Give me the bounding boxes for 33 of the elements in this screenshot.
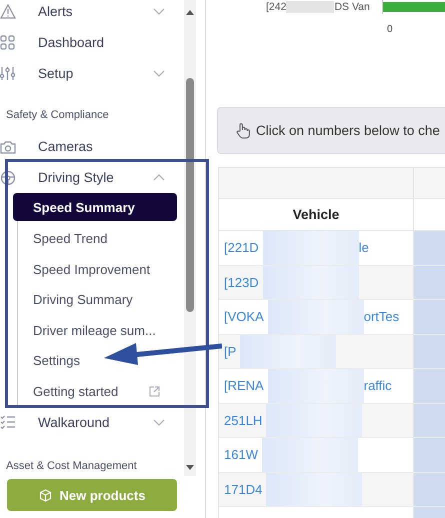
submenu-item[interactable]: Speed Summary [13, 193, 177, 221]
submenu-item[interactable]: Speed Trend [13, 224, 177, 254]
banner-text: Click on numbers below to che [256, 123, 440, 138]
nav-label: Alerts [38, 4, 74, 19]
nav-item[interactable]: Dashboard [0, 30, 185, 54]
vehicle-link[interactable]: 161W [224, 447, 258, 462]
axis-tick-label: 0 [387, 24, 393, 35]
section-heading: Asset & Cost Management [5, 458, 138, 474]
nav-item[interactable]: Driving Style [0, 166, 185, 190]
section-heading: Safety & Compliance [5, 108, 110, 123]
nav-label: Cameras [38, 139, 94, 154]
nav-item[interactable]: Alerts [0, 0, 185, 24]
nav-item[interactable]: Walkaround [0, 410, 185, 434]
submenu-item[interactable]: Settings [13, 346, 177, 376]
nav-item[interactable]: Setup [0, 62, 185, 86]
submenu-item[interactable]: Speed Improvement [13, 254, 177, 284]
vehicle-link[interactable]: [RENA [224, 378, 264, 394]
column-header: Vehicle [219, 199, 414, 230]
nav-item[interactable]: Cameras [0, 134, 185, 158]
submenu-item[interactable]: Getting started [13, 376, 177, 406]
nav-label: Setup [38, 66, 74, 81]
bar-label: [242 [266, 1, 286, 13]
vehicle-link[interactable]: [VOKA [224, 309, 264, 324]
vehicle-link[interactable]: [221D [224, 240, 259, 256]
bar-label: DS Van [334, 1, 370, 13]
vehicle-link[interactable]: raffic [364, 378, 392, 394]
vehicle-link[interactable]: le [358, 240, 369, 256]
nav-label: Dashboard [38, 35, 106, 50]
submenu-item[interactable]: Driving Summary [13, 284, 177, 315]
nav-label: Driving Style [38, 170, 115, 185]
vehicle-link[interactable]: ortTes [364, 309, 400, 324]
submenu-item[interactable]: Driver mileage sum... [13, 315, 177, 346]
nav-label: Walkaround [38, 414, 111, 430]
